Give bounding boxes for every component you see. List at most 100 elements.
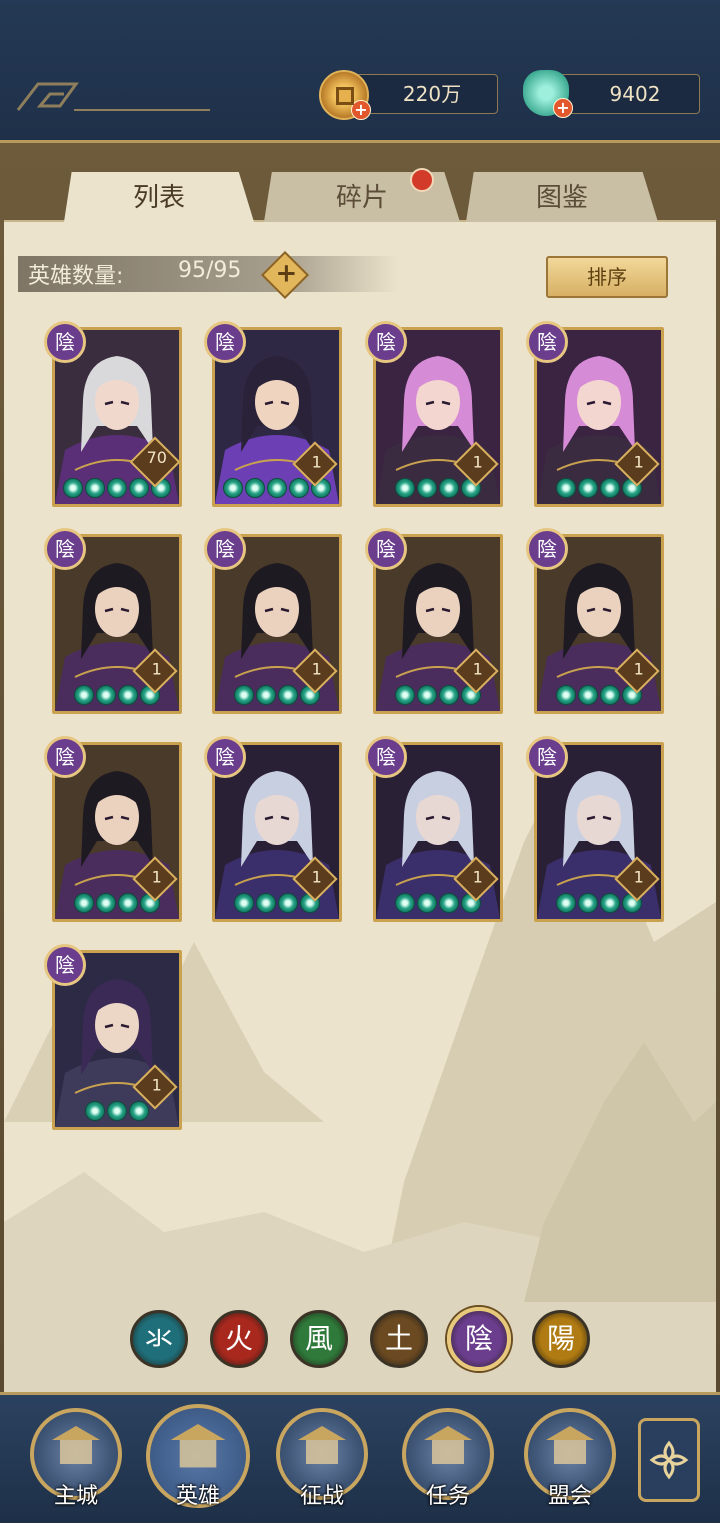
jade-star-icon [63, 478, 83, 498]
jade-star-icon [256, 893, 276, 913]
jade-star-icon [439, 685, 459, 705]
jade-star-icon [395, 478, 415, 498]
jade-star-icon [600, 478, 620, 498]
element-badge: 陰 [365, 321, 407, 363]
coin-amount: 220万 [402, 82, 462, 106]
jade-star-icon [234, 893, 254, 913]
jade-star-icon [96, 893, 116, 913]
jade-star-icon [578, 685, 598, 705]
element-badge: 陰 [204, 736, 246, 778]
level-value: 1 [311, 452, 322, 472]
plus-icon: + [275, 258, 298, 289]
star-rating [215, 478, 339, 500]
element-badge: 陰 [204, 321, 246, 363]
jade-star-icon [600, 893, 620, 913]
jade-star-icon [118, 685, 138, 705]
element-badge: 陰 [526, 321, 568, 363]
jade-star-icon [556, 893, 576, 913]
level-value: 1 [472, 452, 483, 472]
element-filter[interactable]: 氺 [130, 1310, 188, 1368]
level-value: 1 [633, 452, 644, 472]
sort-button[interactable]: 排序 [546, 256, 668, 298]
jade-star-icon [256, 685, 276, 705]
element-filter[interactable]: 土 [370, 1310, 428, 1368]
nav-label: 英雄 [175, 1484, 220, 1509]
star-rating [55, 685, 179, 707]
level-value: 1 [472, 659, 483, 679]
star-rating [376, 685, 500, 707]
hero-count-value: 95/95 [178, 258, 242, 283]
star-rating [376, 478, 500, 500]
element-badge: 陰 [44, 528, 86, 570]
star-rating [376, 893, 500, 915]
level-value: 1 [151, 659, 162, 679]
jade-star-icon [223, 478, 243, 498]
star-rating [215, 893, 339, 915]
tab-list[interactable]: 列表 [64, 172, 254, 222]
jade-star-icon [85, 478, 105, 498]
nav-label: 任务 [425, 1484, 470, 1509]
jade-star-icon [417, 685, 437, 705]
top-bar: + 220万 + 9402 [0, 0, 720, 143]
coin-counter[interactable]: + 220万 [319, 70, 498, 120]
jade-star-icon [278, 893, 298, 913]
jade-star-icon [417, 478, 437, 498]
element-filter[interactable]: 陰 [447, 1307, 511, 1371]
element-badge: 陰 [365, 528, 407, 570]
jade-star-icon [107, 1101, 127, 1121]
level-value: 1 [151, 867, 162, 887]
jade-star-icon [234, 685, 254, 705]
star-rating [55, 893, 179, 915]
jade-star-icon [267, 478, 287, 498]
ornament-icon [16, 82, 210, 111]
copper-coin-icon: + [319, 70, 371, 120]
element-badge: 陰 [526, 736, 568, 778]
jade-star-icon [96, 685, 116, 705]
star-rating [537, 685, 661, 707]
element-badge: 陰 [44, 321, 86, 363]
element-filter[interactable]: 風 [290, 1310, 348, 1368]
level-value: 1 [311, 659, 322, 679]
element-badge: 陰 [204, 528, 246, 570]
star-rating [215, 685, 339, 707]
element-badge: 陰 [526, 528, 568, 570]
jade-star-icon [129, 1101, 149, 1121]
element-badge: 陰 [44, 736, 86, 778]
jade-pouch-icon: + [523, 70, 573, 118]
menu-button[interactable] [638, 1418, 700, 1502]
level-value: 1 [472, 867, 483, 887]
level-value: 70 [146, 447, 167, 467]
jade-star-icon [107, 478, 127, 498]
add-coins-icon[interactable]: + [351, 100, 371, 120]
jade-star-icon [395, 685, 415, 705]
jade-counter[interactable]: + 9402 [523, 70, 700, 118]
jade-star-icon [118, 893, 138, 913]
level-value: 1 [311, 867, 322, 887]
star-rating [537, 893, 661, 915]
jade-star-icon [74, 893, 94, 913]
star-rating [537, 478, 661, 500]
jade-star-icon [578, 893, 598, 913]
element-filter[interactable]: 火 [210, 1310, 268, 1368]
jade-star-icon [245, 478, 265, 498]
level-value: 1 [633, 867, 644, 887]
element-badge: 陰 [44, 944, 86, 986]
jade-star-icon [556, 685, 576, 705]
add-jade-icon[interactable]: + [553, 98, 573, 118]
jade-star-icon [439, 893, 459, 913]
element-filter[interactable]: 陽 [532, 1310, 590, 1368]
jade-star-icon [289, 478, 309, 498]
menu-flower-icon [649, 1440, 689, 1480]
jade-star-icon [417, 893, 437, 913]
jade-star-icon [556, 478, 576, 498]
notification-dot [410, 168, 434, 192]
hero-count-label: 英雄数量: [28, 264, 124, 289]
jade-star-icon [74, 685, 94, 705]
nav-label: 盟会 [547, 1484, 592, 1509]
jade-star-icon [395, 893, 415, 913]
jade-star-icon [85, 1101, 105, 1121]
jade-star-icon [439, 478, 459, 498]
level-value: 1 [633, 659, 644, 679]
nav-label: 征战 [299, 1484, 344, 1509]
tab-atlas[interactable]: 图鉴 [466, 172, 658, 222]
